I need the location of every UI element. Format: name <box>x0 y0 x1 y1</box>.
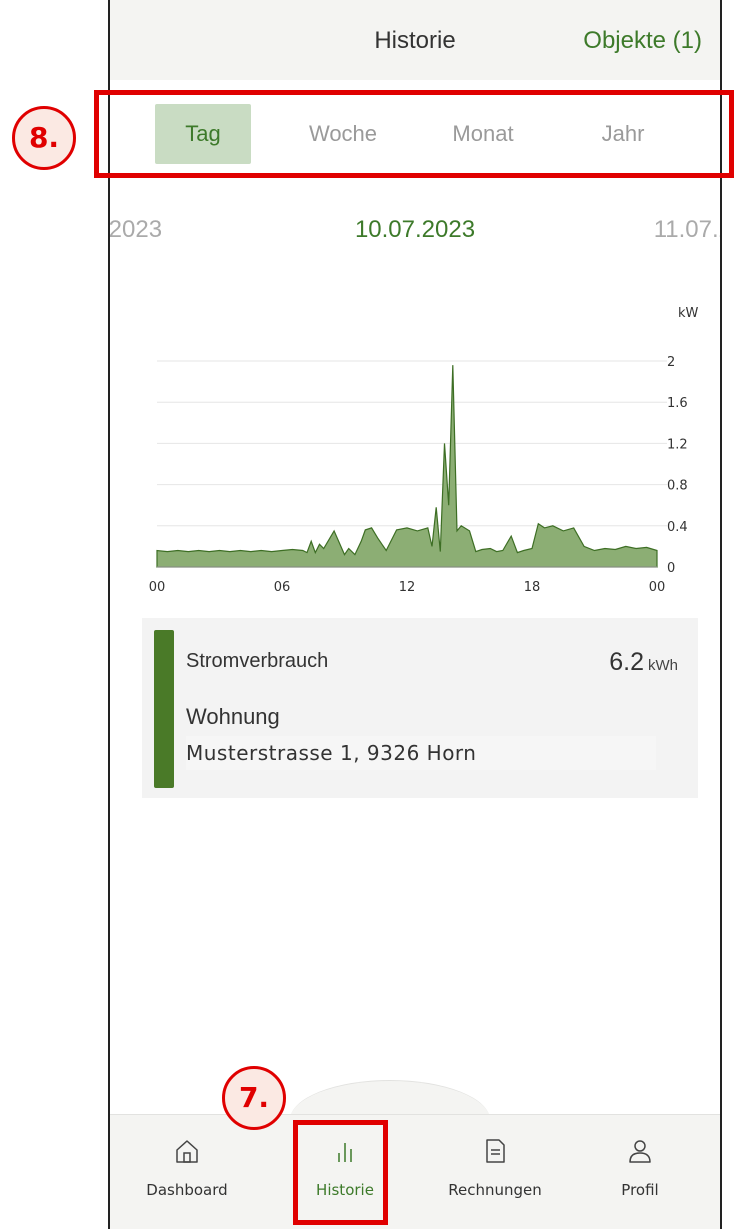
consumption-area <box>156 365 658 568</box>
user-icon <box>629 1140 651 1163</box>
nav-label-historie: Historie <box>316 1181 374 1199</box>
x-tick-label: 06 <box>274 580 291 595</box>
tab-day[interactable]: Tag <box>155 104 251 164</box>
chart-svg: kW21.61.20.80.4000 06 12 18 00 <box>149 306 699 595</box>
summary-address: Musterstrasse 1, 9326 Horn <box>186 736 656 770</box>
tab-year[interactable]: Jahr <box>575 104 671 164</box>
x-tick-label: 12 <box>399 580 416 595</box>
nav-item-profil[interactable]: Profil <box>575 1137 705 1199</box>
summary-object-name: Wohnung <box>186 704 280 729</box>
period-tabs: Tag Woche Monat Jahr <box>110 90 720 176</box>
tab-month[interactable]: Monat <box>435 104 531 164</box>
x-tick-label: 00 <box>149 580 166 595</box>
document-icon <box>486 1139 505 1163</box>
nav-label-rechnungen: Rechnungen <box>448 1181 542 1199</box>
y-tick-label: 0 <box>667 561 675 576</box>
next-date[interactable]: 11.07.2 <box>654 216 720 244</box>
x-tick-label: 00 <box>649 580 666 595</box>
phone-screen: Historie Objekte (1) Tag Woche Monat Jah… <box>108 0 722 1229</box>
consumption-chart: kW 2 1.6 1.2 0.8 0.4 0 00 06 12 18 00 <box>110 290 720 610</box>
series-color-bar <box>154 630 174 788</box>
y-tick-label: 0.4 <box>667 520 688 535</box>
y-tick-label: 2 <box>667 355 675 370</box>
x-tick-label: 18 <box>524 580 541 595</box>
tab-week[interactable]: Woche <box>295 104 391 164</box>
nav-item-historie[interactable]: Historie <box>280 1137 410 1199</box>
nav-item-dashboard[interactable]: Dashboard <box>122 1137 252 1199</box>
objects-link[interactable]: Objekte (1) <box>583 27 702 55</box>
summary-value: 6.2 kWh <box>609 648 678 677</box>
y-axis-unit-label: kW <box>678 306 699 321</box>
annotation-marker-7: 7. <box>222 1066 286 1130</box>
top-bar: Historie Objekte (1) <box>110 0 720 80</box>
annotation-marker-8: 8. <box>12 106 76 170</box>
y-tick-label: 1.6 <box>667 396 688 411</box>
summary-value-number: 6.2 <box>609 648 644 676</box>
nav-label-profil: Profil <box>621 1181 659 1199</box>
summary-label: Stromverbrauch <box>186 650 329 672</box>
nav-label-dashboard: Dashboard <box>146 1181 228 1199</box>
bar-chart-icon <box>338 1143 352 1162</box>
nav-item-rechnungen[interactable]: Rechnungen <box>430 1137 560 1199</box>
bottom-navigation: Dashboard Historie Rechnungen Profil <box>110 1114 720 1229</box>
y-tick-label: 0.8 <box>667 479 688 494</box>
y-tick-label: 1.2 <box>667 437 688 452</box>
date-selector: .2023 10.07.2023 11.07.2 <box>110 210 720 250</box>
summary-value-unit: kWh <box>648 657 678 674</box>
summary-card: Stromverbrauch 6.2 kWh Wohnung Musterstra… <box>142 618 698 798</box>
current-date: 10.07.2023 <box>354 216 476 243</box>
home-icon <box>176 1140 198 1163</box>
